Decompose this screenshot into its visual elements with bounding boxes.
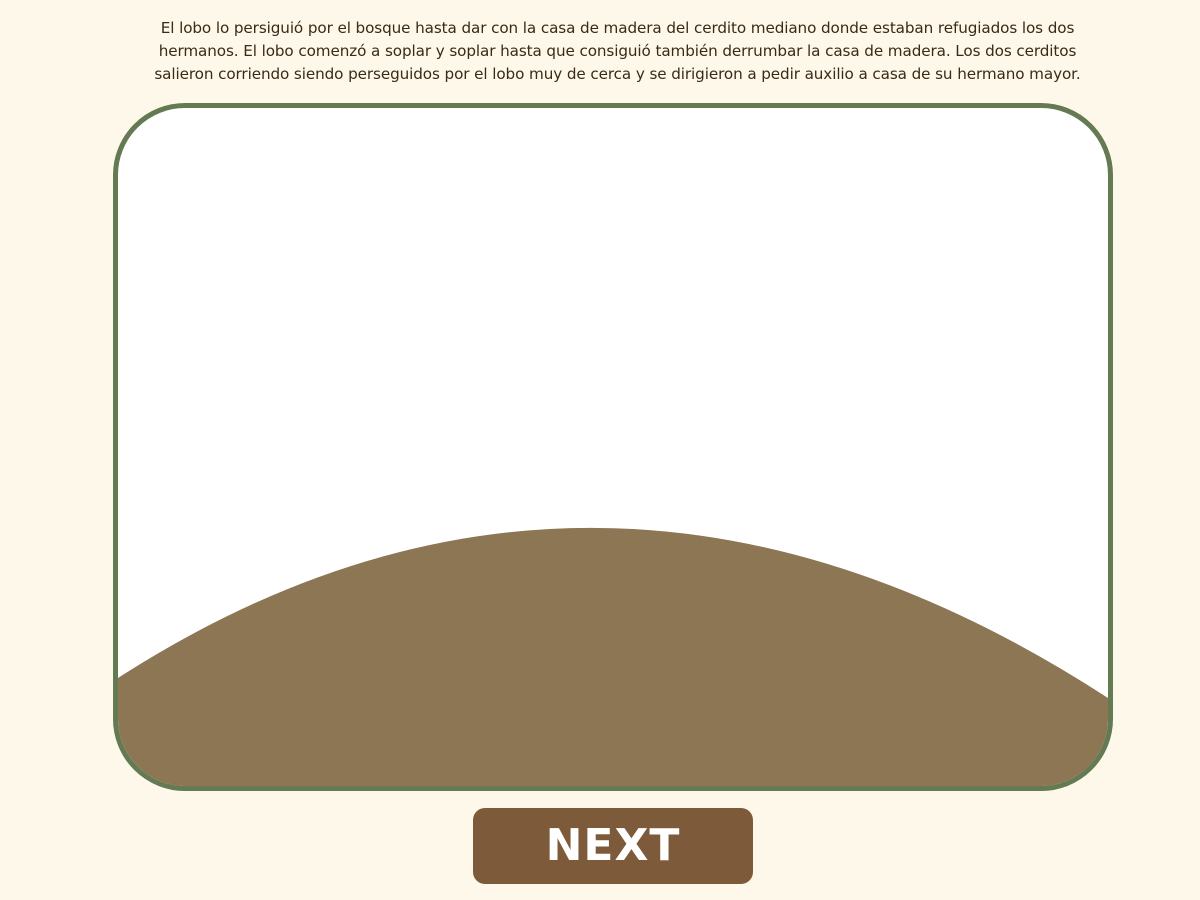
story-illustration-frame	[113, 103, 1113, 791]
story-text: El lobo lo persiguió por el bosque hasta…	[154, 19, 1081, 83]
brown-hill	[118, 527, 1108, 786]
story-illustration	[118, 527, 1108, 786]
next-button[interactable]: NEXT	[473, 808, 753, 884]
